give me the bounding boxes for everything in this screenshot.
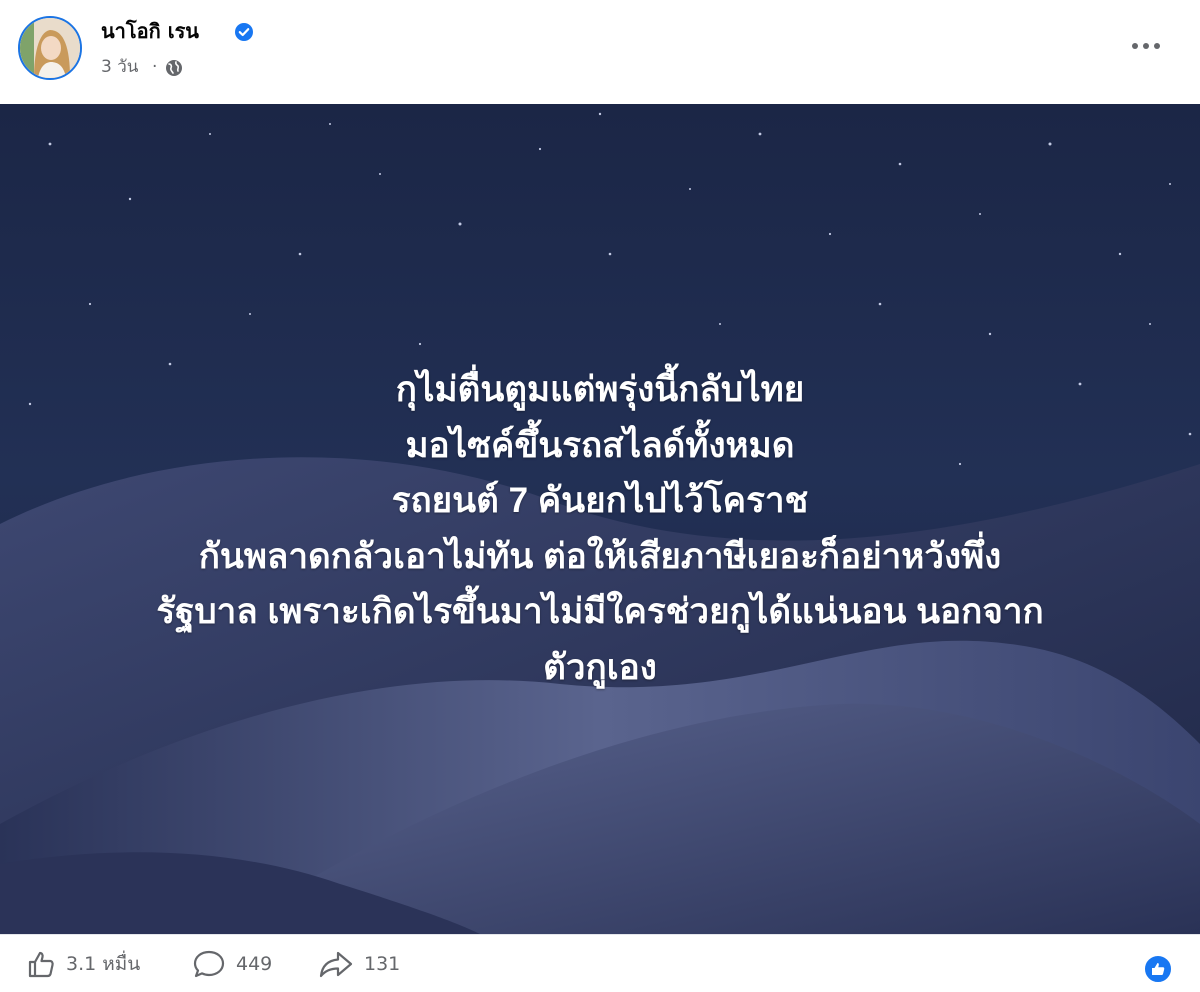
thumbs-up-icon: [28, 951, 54, 977]
verified-badge-icon: [235, 23, 253, 41]
text-line: มอไซค์ขึ้นรถสไลด์ทั้งหมด: [405, 425, 795, 465]
globe-icon: [166, 60, 182, 76]
meta-separator: ·: [152, 57, 158, 77]
share-count: 131: [364, 952, 401, 975]
like-reaction-icon[interactable]: [1143, 954, 1173, 984]
like-count: 3.1 หมื่น: [66, 952, 141, 975]
text-line: ตัวกูเอง: [543, 647, 657, 687]
post-actions: 3.1 หมื่น 449 131: [0, 934, 1200, 991]
post-image[interactable]: กุไม่ตื่นตูมแต่พรุ่งนี้กลับไทย มอไซค์ขึ้…: [0, 104, 1200, 934]
post-time[interactable]: 3 วัน: [101, 55, 138, 79]
text-line: รถยนต์ 7 คันยกไปไว้โคราช: [391, 481, 809, 520]
comment-button[interactable]: 449: [192, 935, 272, 992]
post-image-text: กุไม่ตื่นตูมแต่พรุ่งนี้กลับไทย มอไซค์ขึ้…: [40, 362, 1160, 695]
more-options-button[interactable]: [1124, 30, 1168, 62]
like-button[interactable]: 3.1 หมื่น: [26, 935, 140, 992]
post-header: นาโอกิ เรน 3 วัน ·: [0, 0, 1200, 104]
author-name[interactable]: นาโอกิ เรน: [101, 18, 199, 44]
author-avatar[interactable]: [18, 16, 82, 80]
comment-bubble-icon: [193, 950, 225, 977]
share-button[interactable]: 131: [318, 935, 400, 992]
text-line: รัฐบาล เพราะเกิดไรขึ้นมาไม่มีใครช่วยกูได…: [156, 592, 1044, 631]
share-arrow-icon: [319, 951, 353, 977]
more-options-icon: [1132, 43, 1138, 49]
comment-count: 449: [236, 952, 273, 975]
text-line: กันพลาดกลัวเอาไม่ทัน ต่อให้เสียภาษีเยอะก…: [198, 536, 1002, 576]
text-line: กุไม่ตื่นตูมแต่พรุ่งนี้กลับไทย: [395, 370, 805, 409]
